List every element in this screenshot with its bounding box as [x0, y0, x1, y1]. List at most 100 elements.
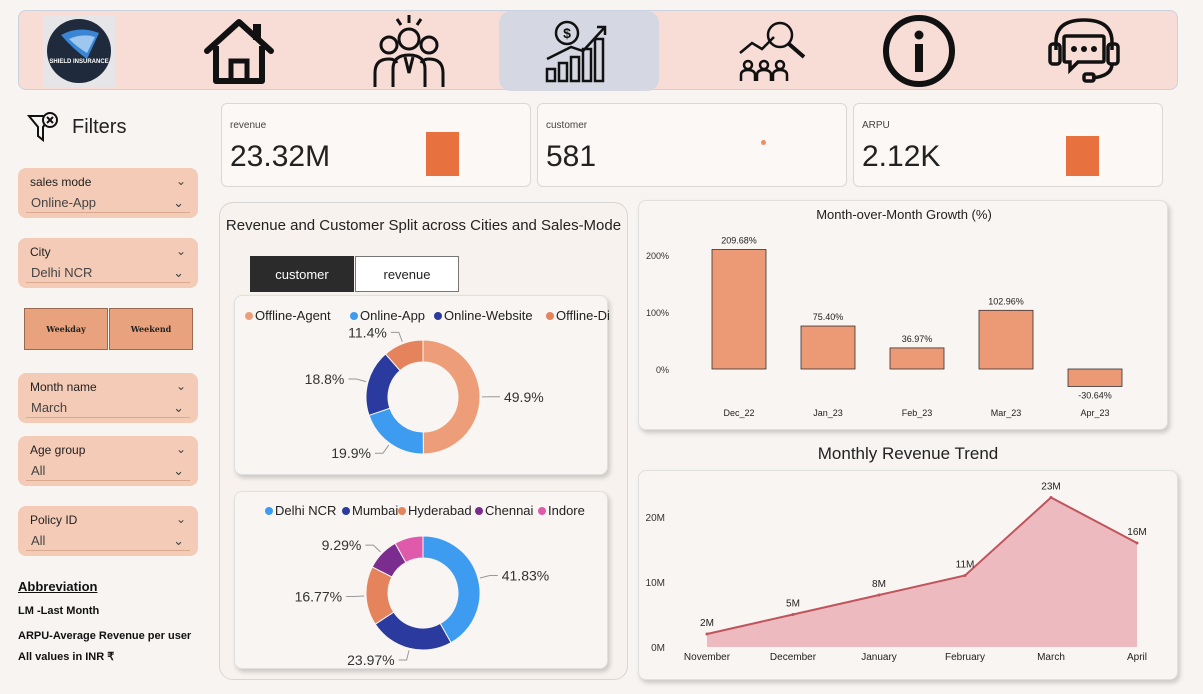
slicer-month-name[interactable]: Month name ⌄ March ⌄ [18, 373, 198, 423]
bar [800, 325, 856, 370]
slicer-value: Online-App [31, 195, 97, 210]
nav-support[interactable] [1039, 11, 1129, 91]
chevron-down-icon[interactable]: ⌄ [173, 398, 184, 418]
chevron-down-icon[interactable]: ⌄ [176, 244, 186, 258]
revenue-growth-icon: $ [545, 20, 607, 83]
tab-revenue[interactable]: revenue [355, 256, 459, 292]
nav-home[interactable] [184, 11, 294, 91]
data-point [963, 574, 967, 577]
kpi-value: 23.32M [230, 140, 331, 173]
revenue-trend-card: 0M 10M 20M 2M November 5M December 8M January 11M… [638, 470, 1178, 680]
data-label: 11M [956, 560, 975, 571]
legend-label: Delhi NCR [275, 503, 336, 518]
leader-line [346, 595, 365, 598]
kpi-label: ARPU [862, 120, 890, 131]
chevron-down-icon[interactable]: ⌄ [173, 193, 184, 213]
y-tick-label: 100% [646, 308, 669, 318]
nav-team[interactable] [354, 11, 464, 91]
slicer-city[interactable]: City ⌄ Delhi NCR ⌄ [18, 238, 198, 288]
slicer-age-group[interactable]: Age group ⌄ All ⌄ [18, 436, 198, 486]
legend-label: Online-App [360, 308, 425, 323]
nav-info[interactable] [874, 11, 964, 91]
donut-slice [374, 611, 452, 651]
data-label: 8M [872, 579, 886, 590]
data-point [705, 632, 709, 636]
legend-marker [434, 312, 442, 320]
abbreviation-line: LM -Last Month [18, 605, 100, 617]
slicer-value: All [31, 463, 46, 478]
x-tick-label: February [945, 652, 985, 663]
clear-filter-icon[interactable] [26, 110, 60, 144]
x-tick-label: Dec_22 [723, 408, 754, 418]
slicer-dropdown[interactable]: Delhi NCR ⌄ [26, 263, 190, 283]
nav-revenue[interactable]: $ [499, 11, 659, 91]
sales-mode-donut-card: Offline-Agent Online-App Online-Website Off… [234, 295, 632, 475]
bar [978, 309, 1034, 370]
slicer-policy-id[interactable]: Policy ID ⌄ All ⌄ [18, 506, 198, 556]
slicer-dropdown[interactable]: March ⌄ [26, 398, 190, 418]
data-point [1049, 496, 1053, 499]
leader-line [390, 331, 403, 342]
legend-marker [538, 507, 546, 515]
x-tick-label: January [861, 652, 897, 663]
data-label: 16.77% [295, 589, 342, 605]
slicer-dropdown[interactable]: All ⌄ [26, 461, 190, 481]
data-label: 9.29% [322, 537, 362, 553]
donut-slice [368, 407, 424, 455]
chart-title: Month-over-Month Growth (%) [816, 207, 992, 222]
weekday-button[interactable]: Weekday [24, 308, 108, 350]
kpi-label: revenue [230, 120, 267, 131]
donut-slice [422, 339, 481, 455]
mom-growth-bar-chart: Month-over-Month Growth (%) 0% 100% 200% 209… [646, 207, 1123, 418]
y-tick-label: 20M [646, 513, 665, 524]
chart-legend: Offline-Agent Online-App Online-Website Off… [245, 308, 632, 323]
legend-label: Hyderabad [408, 503, 472, 518]
legend-marker [350, 312, 358, 320]
legend-marker [398, 507, 406, 515]
data-label: 19.9% [331, 445, 371, 461]
slicer-dropdown[interactable]: All ⌄ [26, 531, 190, 551]
data-label: 23.97% [347, 652, 394, 668]
legend-marker [475, 507, 483, 515]
slicer-label: Month name [30, 380, 97, 394]
company-logo[interactable]: SHIELD INSURANCE [43, 15, 115, 87]
y-tick-label: 0M [651, 643, 665, 654]
x-tick-label: Apr_23 [1080, 408, 1109, 418]
data-label: 41.83% [502, 567, 549, 583]
leader-line [348, 378, 367, 383]
chevron-down-icon[interactable]: ⌄ [173, 531, 184, 551]
nav-customer-research[interactable] [719, 11, 829, 91]
chevron-down-icon[interactable]: ⌄ [173, 461, 184, 481]
data-label: 23M [1041, 482, 1060, 493]
kpi-value: 2.12K [862, 140, 941, 173]
svg-text:$: $ [563, 25, 571, 41]
tab-customer[interactable]: customer [250, 256, 354, 292]
chart-legend: Delhi NCR Mumbai Hyderabad Chennai Indore [265, 503, 585, 518]
slicer-value: March [31, 400, 68, 415]
data-point [877, 593, 881, 597]
weekend-button[interactable]: Weekend [109, 308, 193, 350]
chevron-down-icon[interactable]: ⌄ [176, 174, 186, 188]
slicer-dropdown[interactable]: Online-App ⌄ [26, 193, 190, 213]
leader-line [374, 444, 390, 454]
x-tick-label: December [770, 652, 817, 663]
y-tick-label: 0% [656, 365, 669, 375]
leader-line [365, 544, 381, 553]
leader-line [479, 574, 498, 579]
revenue-trend-area-chart: 0M 10M 20M 2M November 5M December 8M January 11M… [646, 482, 1147, 664]
legend-label: Mumbai [352, 503, 398, 518]
chevron-down-icon[interactable]: ⌄ [176, 442, 186, 456]
chevron-down-icon[interactable]: ⌄ [176, 512, 186, 526]
data-point [791, 613, 795, 616]
city-donut-chart: Delhi NCR Mumbai Hyderabad Chennai Indore 41.… [265, 503, 585, 668]
data-label: 18.8% [305, 371, 345, 387]
data-label: 102.96% [988, 296, 1024, 306]
slicer-sales-mode[interactable]: sales mode ⌄ Online-App ⌄ [18, 168, 198, 218]
bar [1067, 368, 1123, 387]
chevron-down-icon[interactable]: ⌄ [173, 263, 184, 283]
split-title: Revenue and Customer Split across Cities… [225, 217, 622, 234]
chevron-down-icon[interactable]: ⌄ [176, 379, 186, 393]
filters-title: Filters [72, 115, 127, 138]
abbreviation-line: ARPU-Average Revenue per user [18, 630, 192, 642]
split-panel: Revenue and Customer Split across Cities… [219, 202, 632, 680]
